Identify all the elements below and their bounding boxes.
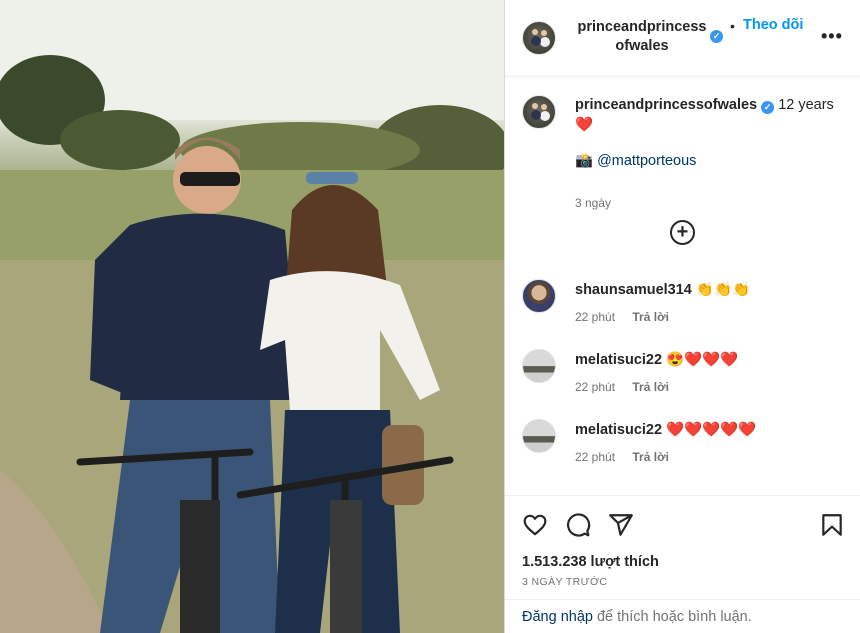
login-link[interactable]: Đăng nhập	[522, 609, 593, 625]
photo-credit-mention[interactable]: @mattporteous	[597, 153, 696, 169]
author-username[interactable]: princeandprincess ofwales	[573, 18, 711, 56]
heart-outline-icon[interactable]	[522, 512, 548, 538]
caption-text: princeandprincessofwales ✓ 12 years ❤️	[575, 95, 835, 135]
more-options-icon[interactable]: •••	[821, 26, 843, 47]
reply-button[interactable]: Trả lời	[632, 450, 669, 464]
commenter-username[interactable]: melatisuci22	[575, 352, 662, 368]
comment-item: shaunsamuel314 👏👏👏 22 phút Trả lời	[505, 279, 860, 335]
caption-verified-badge-icon: ✓	[761, 101, 775, 114]
author-avatar[interactable]	[522, 21, 556, 55]
caption-timestamp: 3 ngày	[575, 196, 612, 210]
comment-item: melatisuci22 ❤️❤️❤️❤️❤️ 22 phút Trả lời	[505, 419, 860, 475]
comment-text: shaunsamuel314 👏👏👏	[575, 281, 750, 298]
bookmark-icon[interactable]	[819, 512, 845, 538]
comment-text: melatisuci22 ❤️❤️❤️❤️❤️	[575, 421, 756, 438]
author-username-line2: ofwales	[615, 38, 669, 54]
comment-body: 👏👏👏	[695, 282, 751, 298]
login-prompt-text: để thích hoặc bình luận.	[592, 609, 752, 625]
comment-time: 22 phút	[575, 380, 616, 394]
comment-time: 22 phút	[575, 450, 616, 464]
caption-username[interactable]: princeandprincessofwales	[575, 97, 757, 113]
commenter-avatar[interactable]	[522, 279, 556, 313]
comment-body: 😍❤️❤️❤️	[666, 352, 739, 368]
camera-emoji-icon: 📸	[575, 153, 594, 169]
like-count[interactable]: 1.513.238 lượt thích	[522, 554, 659, 570]
comment-meta: 22 phút Trả lời	[575, 450, 669, 464]
comments-list[interactable]: princeandprincessofwales ✓ 12 years ❤️ 📸…	[505, 77, 860, 495]
photo-illustration	[0, 0, 504, 633]
login-prompt: Đăng nhập để thích hoặc bình luận.	[505, 599, 860, 633]
reply-button[interactable]: Trả lời	[632, 310, 669, 324]
photo-credit: 📸 @mattporteous	[575, 152, 696, 169]
post-date: 3 NGÀY TRƯỚC	[522, 576, 608, 588]
comment-time: 22 phút	[575, 310, 616, 324]
commenter-avatar[interactable]	[522, 419, 556, 453]
post-side-panel: princeandprincess ofwales ✓ • Theo dõi •…	[504, 0, 860, 633]
comment-meta: 22 phút Trả lời	[575, 380, 669, 394]
caption-heart-emoji: ❤️	[575, 117, 594, 133]
follow-button[interactable]: Theo dõi	[743, 17, 803, 33]
commenter-username[interactable]: shaunsamuel314	[575, 282, 692, 298]
comment-meta: 22 phút Trả lời	[575, 310, 669, 324]
post-actions: 1.513.238 lượt thích 3 NGÀY TRƯỚC Đăng n…	[505, 495, 860, 633]
reply-button[interactable]: Trả lời	[632, 380, 669, 394]
commenter-username[interactable]: melatisuci22	[575, 422, 662, 438]
commenter-avatar[interactable]	[522, 349, 556, 383]
comment-item: melatisuci22 😍❤️❤️❤️ 22 phút Trả lời	[505, 349, 860, 405]
post-photo[interactable]	[0, 0, 504, 633]
comment-body: ❤️❤️❤️❤️❤️	[666, 422, 757, 438]
caption-body: 12 years	[778, 97, 834, 113]
speech-bubble-icon[interactable]	[565, 512, 591, 538]
paper-plane-icon[interactable]	[608, 512, 634, 538]
comment-text: melatisuci22 😍❤️❤️❤️	[575, 351, 738, 368]
verified-badge-icon: ✓	[710, 30, 723, 43]
caption-author-avatar[interactable]	[522, 95, 556, 129]
post-header: princeandprincess ofwales ✓ • Theo dõi •…	[505, 0, 860, 77]
separator-dot: •	[730, 18, 735, 34]
author-username-line1: princeandprincess	[577, 19, 707, 35]
load-more-comments-button[interactable]: +	[670, 220, 695, 245]
